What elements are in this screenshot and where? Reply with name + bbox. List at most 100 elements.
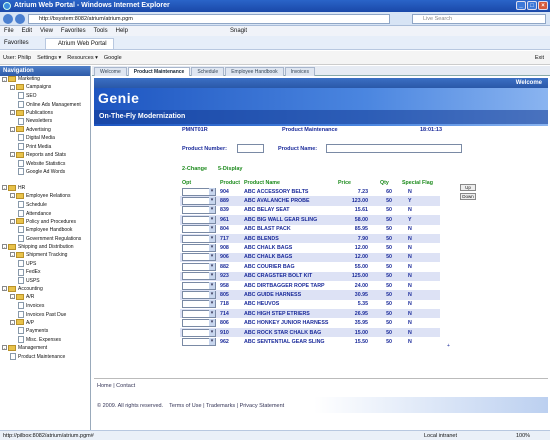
option-select[interactable] [182, 319, 216, 328]
nav-item[interactable]: Digital Media [0, 134, 90, 143]
url-input[interactable]: http://bsystem:8082/atrium/atrium.pgm [28, 14, 390, 24]
nav-item[interactable]: - Policy and Procedures [0, 218, 90, 226]
option-select[interactable] [182, 272, 216, 281]
nav-item[interactable]: Invoices Past Due [0, 311, 90, 320]
option-display: 5-Display [218, 166, 243, 172]
page-up-button[interactable]: Up [460, 184, 476, 191]
forward-button[interactable] [15, 14, 25, 24]
nav-item[interactable]: - Advertising [0, 126, 90, 134]
nav-item[interactable]: UPS [0, 260, 90, 269]
option-select[interactable] [182, 253, 216, 262]
menu-edit[interactable]: Edit [22, 26, 32, 36]
back-button[interactable] [3, 14, 13, 24]
close-button[interactable]: × [538, 1, 548, 10]
nav-item[interactable]: Employee Handbook [0, 226, 90, 235]
collapse-icon[interactable]: - [10, 193, 15, 199]
collapse-icon[interactable]: - [10, 252, 15, 258]
settings-menu[interactable]: Settings ▾ [37, 51, 61, 65]
snagit-button[interactable]: Snagit [230, 26, 247, 36]
exit-button[interactable]: Exit [535, 51, 544, 65]
tab-schedule[interactable]: Schedule [191, 67, 225, 76]
nav-item[interactable]: - A/P [0, 319, 90, 327]
maximize-button[interactable]: □ [527, 1, 537, 10]
nav-item[interactable]: SEO [0, 92, 90, 101]
nav-item[interactable]: - Employee Relations [0, 193, 90, 201]
product-number-input[interactable] [237, 144, 264, 153]
nav-item[interactable]: Product Maintenance [0, 353, 90, 362]
menu-favorites[interactable]: Favorites [61, 26, 86, 36]
option-select[interactable] [182, 328, 216, 337]
resources-menu[interactable]: Resources ▾ [67, 51, 98, 65]
option-select[interactable] [182, 206, 216, 215]
tab-employee-handbook[interactable]: Employee Handbook [225, 67, 284, 76]
option-select[interactable] [182, 234, 216, 243]
collapse-icon[interactable]: - [2, 244, 7, 250]
collapse-icon[interactable]: - [2, 185, 7, 191]
nav-item[interactable]: Newsletters [0, 118, 90, 127]
nav-item[interactable]: Payments [0, 327, 90, 336]
footer-contact-link[interactable]: Contact [116, 383, 135, 389]
option-select[interactable] [182, 300, 216, 309]
search-input[interactable]: Live Search [412, 14, 546, 24]
collapse-icon[interactable]: - [10, 319, 15, 325]
collapse-icon[interactable]: - [10, 152, 15, 158]
nav-item[interactable]: - Accounting [0, 286, 90, 294]
nav-item[interactable]: - HR [0, 185, 90, 193]
nav-item[interactable]: Google Ad Words [0, 168, 90, 177]
nav-item[interactable]: Schedule [0, 201, 90, 210]
nav-item[interactable]: Invoices [0, 302, 90, 311]
menu-file[interactable]: File [4, 26, 14, 36]
option-select[interactable] [182, 281, 216, 290]
nav-item[interactable]: - Shipment Tracking [0, 252, 90, 260]
page-down-button[interactable]: Down [460, 193, 476, 200]
privacy-link[interactable]: Privacy Statement [240, 403, 285, 409]
tab-invoices[interactable]: Invoices [284, 67, 315, 76]
option-select[interactable] [182, 337, 216, 346]
nav-item[interactable]: - Publications [0, 110, 90, 118]
nav-item[interactable]: Online Ads Management [0, 101, 90, 110]
nav-item[interactable]: Government Regulations [0, 235, 90, 244]
option-select[interactable] [182, 309, 216, 318]
collapse-icon[interactable]: - [2, 286, 7, 292]
favorites-button[interactable]: Favorites [4, 36, 29, 50]
collapse-icon[interactable]: - [2, 76, 7, 82]
browser-tab[interactable]: Atrium Web Portal [45, 38, 114, 49]
option-select[interactable] [182, 215, 216, 224]
minimize-button[interactable]: _ [516, 1, 526, 10]
tab-welcome[interactable]: Welcome [94, 67, 127, 76]
google-link[interactable]: Google [104, 51, 122, 65]
menu-tools[interactable]: Tools [94, 26, 108, 36]
nav-item[interactable]: Attendance [0, 210, 90, 219]
collapse-icon[interactable]: - [10, 84, 15, 90]
collapse-icon[interactable]: - [10, 294, 15, 300]
tab-product-maintenance[interactable]: Product Maintenance [127, 67, 191, 76]
option-select[interactable] [182, 244, 216, 253]
nav-item[interactable]: - Marketing [0, 76, 90, 84]
nav-item[interactable]: USPS [0, 277, 90, 286]
nav-item[interactable]: - Management [0, 345, 90, 353]
menu-view[interactable]: View [40, 26, 53, 36]
option-select[interactable] [182, 225, 216, 234]
nav-item[interactable]: Website Statistics [0, 160, 90, 169]
option-select[interactable] [182, 197, 216, 206]
nav-item[interactable]: Print Media [0, 143, 90, 152]
nav-item[interactable]: - A/R [0, 294, 90, 302]
option-select[interactable] [182, 262, 216, 271]
menu-help[interactable]: Help [116, 26, 128, 36]
nav-item[interactable]: - Campaigns [0, 84, 90, 92]
option-select[interactable] [182, 187, 216, 196]
nav-item[interactable]: Misc. Expenses [0, 336, 90, 345]
collapse-icon[interactable]: - [10, 110, 15, 115]
footer-home-link[interactable]: Home [97, 383, 112, 389]
trademarks-link[interactable]: Trademarks [206, 403, 235, 409]
collapse-icon[interactable]: - [10, 126, 15, 132]
terms-link[interactable]: Terms of Use [169, 403, 201, 409]
product-name-input[interactable] [326, 144, 462, 153]
nav-item[interactable]: FedEx [0, 269, 90, 278]
window-title: Atrium Web Portal - Windows Internet Exp… [14, 2, 170, 9]
collapse-icon[interactable]: - [2, 345, 7, 351]
option-select[interactable] [182, 290, 216, 299]
collapse-icon[interactable]: - [10, 218, 15, 224]
nav-item[interactable]: - Shipping and Distribution [0, 244, 90, 252]
nav-item[interactable]: - Reports and Stats [0, 152, 90, 160]
